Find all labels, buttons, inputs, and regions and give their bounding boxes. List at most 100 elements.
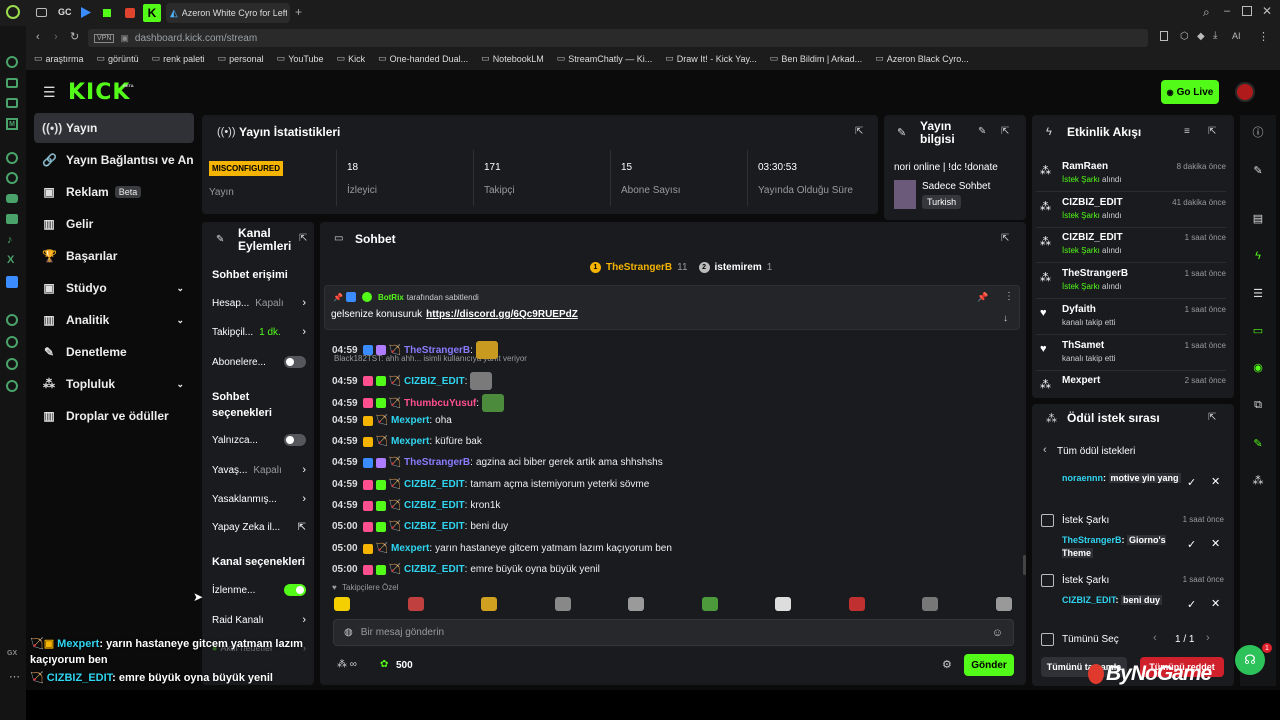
bookmark-item[interactable]: ▭ StreamChatly — Ki... bbox=[557, 53, 653, 64]
event-user[interactable]: TheStrangerB bbox=[1062, 268, 1128, 279]
popout-icon[interactable]: ⇱ bbox=[1001, 233, 1009, 244]
action-row[interactable]: Hesap... Kapalı › bbox=[212, 297, 306, 309]
send-button[interactable]: Gönder bbox=[964, 654, 1014, 676]
next-page-icon[interactable]: › bbox=[1206, 632, 1210, 644]
messenger-icon[interactable]: M bbox=[6, 118, 18, 130]
bookmark-item[interactable]: ▭ araştırma bbox=[34, 53, 84, 64]
leader-name[interactable]: istemirem bbox=[715, 262, 762, 273]
active-tab[interactable]: ◭ Azeron White Cyro for Left bbox=[166, 3, 290, 23]
instagram-icon[interactable] bbox=[6, 214, 18, 224]
check-icon[interactable]: ✓ bbox=[1187, 476, 1196, 489]
chat-username[interactable]: Mexpert bbox=[391, 436, 429, 447]
reward-icon[interactable]: ⁂ bbox=[1246, 468, 1270, 492]
chat-username[interactable]: CIZBIZ_EDIT bbox=[404, 564, 465, 575]
popout-icon[interactable]: ⇱ bbox=[855, 126, 863, 137]
maximize-icon[interactable] bbox=[1242, 6, 1252, 16]
x-icon[interactable]: X bbox=[7, 254, 14, 266]
event-user[interactable]: RamRaen bbox=[1062, 161, 1108, 172]
chevron-right-icon[interactable]: › bbox=[302, 614, 306, 626]
stats-icon[interactable]: ▤ bbox=[1246, 206, 1270, 230]
bookmark-item[interactable]: ▭ Draw It! - Kick Yay... bbox=[665, 53, 757, 64]
vpn-badge[interactable]: VPN bbox=[94, 33, 115, 43]
chat-username[interactable]: Mexpert bbox=[391, 543, 429, 554]
chatgpt-icon[interactable] bbox=[6, 152, 18, 164]
tab-icon[interactable] bbox=[125, 8, 135, 18]
sidebar-item[interactable]: ((•)) Yayın bbox=[34, 114, 194, 142]
queue-checkbox[interactable] bbox=[1041, 514, 1054, 527]
emote-icon[interactable] bbox=[848, 597, 865, 611]
prev-page-icon[interactable]: ‹ bbox=[1153, 632, 1157, 644]
emoji-icon[interactable]: ☺ bbox=[992, 627, 1003, 639]
app-icon[interactable] bbox=[6, 98, 18, 108]
extension-icon[interactable]: ◆ bbox=[1197, 31, 1205, 42]
sidebar-item[interactable]: ✎ Denetleme bbox=[34, 338, 194, 366]
emote-icon[interactable] bbox=[407, 597, 424, 611]
select-all-checkbox[interactable] bbox=[1041, 633, 1054, 646]
history-icon[interactable] bbox=[6, 336, 18, 348]
chevron-right-icon[interactable]: › bbox=[302, 493, 306, 505]
avatar[interactable] bbox=[1235, 82, 1255, 102]
app-icon[interactable] bbox=[6, 276, 18, 288]
sidebar-item[interactable]: ▥ Analitik ⌄ bbox=[34, 306, 194, 334]
edit-icon[interactable]: ✎ bbox=[1246, 158, 1270, 182]
tab-gc[interactable]: GC bbox=[58, 7, 72, 17]
ai-button[interactable]: AI bbox=[1232, 31, 1241, 41]
chat-username[interactable]: Mexpert bbox=[391, 415, 429, 426]
sidebar-item[interactable]: ▥ Droplar ve ödüller bbox=[34, 402, 194, 430]
check-icon[interactable]: ✓ bbox=[1187, 598, 1196, 611]
emote-icon[interactable] bbox=[922, 597, 938, 611]
extension-icon[interactable] bbox=[1160, 31, 1168, 41]
pinned-link[interactable]: https://discord.gg/6Qc9RUEPdZ bbox=[426, 309, 578, 320]
close-icon[interactable]: ✕ bbox=[1211, 537, 1220, 550]
kick-tab-icon[interactable]: K bbox=[143, 4, 161, 22]
chat-username[interactable]: CIZBIZ_EDIT bbox=[404, 376, 465, 387]
discord-icon[interactable] bbox=[6, 194, 18, 203]
pinned-by[interactable]: BotRix bbox=[378, 293, 404, 302]
more-icon[interactable]: ⋯ bbox=[9, 670, 20, 683]
chat-input[interactable]: ◍ Bir mesaj gönderin ☺ bbox=[333, 619, 1014, 646]
chevron-right-icon[interactable]: › bbox=[302, 326, 306, 338]
sidebar-item[interactable]: ▣ Reklam Beta bbox=[34, 178, 194, 206]
chat-username[interactable]: TheStrangerB bbox=[404, 457, 470, 468]
menu-icon[interactable]: ⋮ bbox=[1258, 30, 1269, 43]
search-icon[interactable]: ⌕ bbox=[1203, 5, 1210, 20]
whatsapp-icon[interactable] bbox=[6, 172, 18, 184]
bookmark-item[interactable]: ▭ personal bbox=[218, 53, 264, 64]
event-user[interactable]: CIZBIZ_EDIT bbox=[1062, 197, 1123, 208]
filter-icon[interactable]: ≡ bbox=[1184, 126, 1190, 137]
event-user[interactable]: Mexpert bbox=[1062, 375, 1100, 386]
chat-icon[interactable]: ▭ bbox=[1246, 318, 1270, 342]
sidebar-item[interactable]: ▥ Gelir bbox=[34, 210, 194, 238]
emote-icon[interactable] bbox=[995, 597, 1012, 611]
chat-username[interactable]: CIZBIZ_EDIT bbox=[404, 500, 465, 511]
queue-back[interactable]: Tüm ödül istekleri bbox=[1057, 446, 1135, 457]
toggle[interactable] bbox=[284, 584, 306, 596]
more-icon[interactable]: ⋮ bbox=[1004, 291, 1014, 302]
chat-username[interactable]: CIZBIZ_EDIT bbox=[404, 521, 465, 532]
popout-icon[interactable]: ⇱ bbox=[299, 233, 307, 244]
action-row[interactable]: Yalnızca... bbox=[212, 434, 306, 446]
app-icon[interactable] bbox=[6, 78, 18, 88]
bookmark-item[interactable]: ▭ Azeron Black Cyro... bbox=[875, 53, 969, 64]
player-icon[interactable] bbox=[6, 314, 18, 326]
bookmark-item[interactable]: ▭ NotebookLM bbox=[481, 53, 544, 64]
forward-icon[interactable]: › bbox=[54, 31, 58, 43]
close-icon[interactable]: ✕ bbox=[1211, 475, 1220, 488]
bookmark-item[interactable]: ▭ Kick bbox=[337, 53, 366, 64]
back-icon[interactable]: ‹ bbox=[1043, 444, 1047, 456]
sidebar-item[interactable]: 🏆 Başarılar bbox=[34, 242, 194, 270]
toggle[interactable] bbox=[284, 356, 306, 368]
gx-icon[interactable]: GX bbox=[7, 650, 17, 657]
go-live-button[interactable]: ◉ Go Live bbox=[1161, 80, 1219, 104]
broadcast-icon[interactable]: ◉ bbox=[1246, 355, 1270, 379]
lightning-icon[interactable]: ϟ bbox=[1246, 244, 1270, 268]
action-row[interactable]: İzlenme... bbox=[212, 584, 306, 596]
extension-icon[interactable]: ⬡ bbox=[1180, 31, 1189, 42]
emote-icon[interactable] bbox=[628, 597, 644, 611]
edit-icon[interactable]: ✎ bbox=[978, 126, 986, 137]
event-user[interactable]: ThSamet bbox=[1062, 340, 1104, 351]
bookmark-item[interactable]: ▭ Ben Bildim | Arkad... bbox=[770, 53, 862, 64]
event-user[interactable]: Dyfaith bbox=[1062, 304, 1096, 315]
bookmark-item[interactable]: ▭ One-handed Dual... bbox=[378, 53, 468, 64]
sidebar-item[interactable]: ⁂ Topluluk ⌄ bbox=[34, 370, 194, 398]
